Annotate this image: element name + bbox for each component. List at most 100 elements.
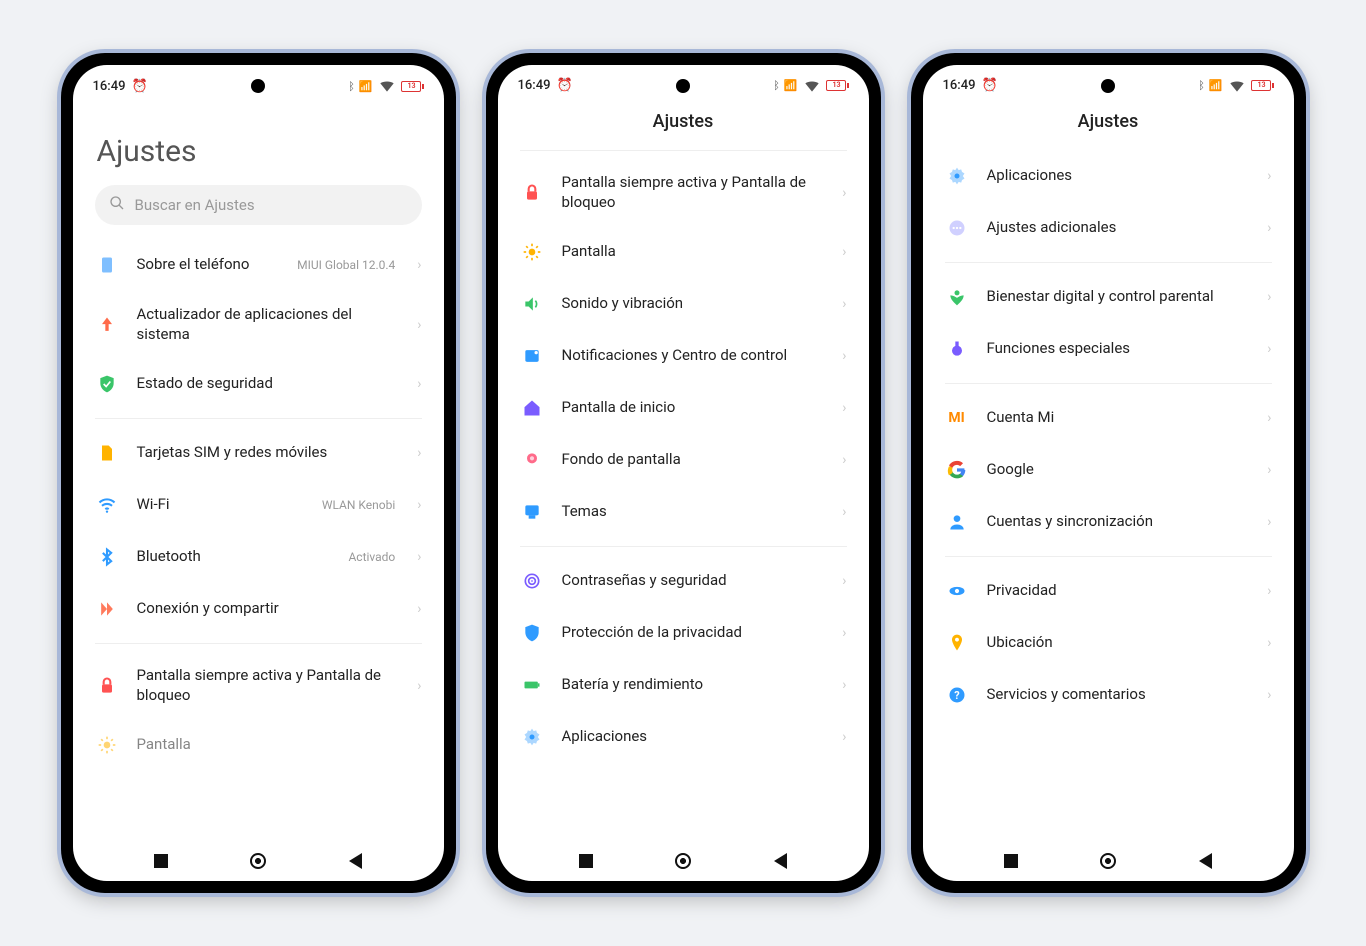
recents-button[interactable] (1004, 854, 1018, 868)
chevron-right-icon: › (417, 317, 421, 333)
chevron-right-icon: › (842, 452, 846, 468)
nav-bar (923, 843, 1294, 881)
row-digital-wellbeing[interactable]: Bienestar digital y control parental› (923, 271, 1294, 323)
fingerprint-icon (520, 569, 544, 593)
brightness-icon (520, 240, 544, 264)
search-input[interactable]: Buscar en Ajustes (95, 185, 422, 225)
row-notifications[interactable]: Notificaciones y Centro de control› (498, 330, 869, 382)
chevron-right-icon: › (1267, 462, 1271, 478)
recents-button[interactable] (154, 854, 168, 868)
heart-icon (945, 285, 969, 309)
back-button[interactable] (1199, 853, 1212, 869)
home-button[interactable] (675, 853, 691, 869)
row-security-status[interactable]: Estado de seguridad › (73, 358, 444, 410)
brightness-icon (95, 733, 119, 757)
chevron-right-icon: › (842, 729, 846, 745)
chevron-right-icon: › (1267, 514, 1271, 530)
chevron-right-icon: › (1267, 341, 1271, 357)
recents-button[interactable] (579, 854, 593, 868)
phone-icon (95, 253, 119, 277)
chevron-right-icon: › (417, 549, 421, 565)
page-title: Ajustes (73, 104, 444, 185)
alarm-icon: ⏰ (981, 78, 997, 93)
row-system-updater[interactable]: Actualizador de aplicaciones del sistema… (73, 291, 444, 358)
mi-logo-icon: MI (945, 406, 969, 430)
shield-icon (520, 621, 544, 645)
row-mi-account[interactable]: MI Cuenta Mi› (923, 392, 1294, 444)
wifi-icon (1227, 75, 1247, 95)
row-accounts-sync[interactable]: Cuentas y sincronización› (923, 496, 1294, 548)
row-privacy-protection[interactable]: Protección de la privacidad› (498, 607, 869, 659)
row-battery[interactable]: Batería y rendimiento› (498, 659, 869, 711)
back-button[interactable] (349, 853, 362, 869)
signal-icon: 📶 (359, 80, 373, 93)
search-icon (109, 195, 125, 215)
row-privacy[interactable]: Privacidad› (923, 565, 1294, 617)
lock-icon (520, 181, 544, 205)
location-icon (945, 631, 969, 655)
row-additional-settings[interactable]: Ajustes adicionales› (923, 202, 1294, 254)
alarm-icon: ⏰ (131, 79, 147, 94)
row-sound[interactable]: Sonido y vibración› (498, 278, 869, 330)
battery-icon: 13 (826, 80, 849, 91)
alarm-icon: ⏰ (556, 78, 572, 93)
nav-bar (73, 843, 444, 881)
page-title: Ajustes (498, 101, 869, 150)
camera-notch (676, 79, 690, 93)
wifi-icon (95, 493, 119, 517)
bluetooth-icon: ᛒ (348, 80, 355, 93)
row-sim-networks[interactable]: Tarjetas SIM y redes móviles › (73, 427, 444, 479)
row-connection-share[interactable]: Conexión y compartir › (73, 583, 444, 635)
chevron-right-icon: › (842, 677, 846, 693)
row-bluetooth[interactable]: Bluetooth Activado › (73, 531, 444, 583)
back-button[interactable] (774, 853, 787, 869)
lock-icon (95, 674, 119, 698)
volume-icon (520, 292, 544, 316)
nav-bar (498, 843, 869, 881)
chevron-right-icon: › (842, 244, 846, 260)
search-placeholder: Buscar en Ajustes (135, 196, 255, 214)
phone-frame-3: 16:49⏰ ᛒ📶13 Ajustes Aplicaciones› Ajuste… (911, 53, 1306, 893)
chevron-right-icon: › (842, 348, 846, 364)
battery-icon: 13 (1251, 80, 1274, 91)
signal-icon: 📶 (1209, 79, 1223, 92)
share-icon (95, 597, 119, 621)
bluetooth-icon: ᛒ (773, 79, 780, 92)
home-button[interactable] (250, 853, 266, 869)
row-google[interactable]: Google› (923, 444, 1294, 496)
row-apps[interactable]: Aplicaciones› (923, 150, 1294, 202)
camera-notch (1101, 79, 1115, 93)
chevron-right-icon: › (842, 400, 846, 416)
chevron-right-icon: › (842, 625, 846, 641)
chevron-right-icon: › (417, 257, 421, 273)
home-button[interactable] (1100, 853, 1116, 869)
row-wifi[interactable]: Wi-Fi WLAN Kenobi › (73, 479, 444, 531)
row-display[interactable]: Pantalla (73, 719, 444, 771)
notification-icon (520, 344, 544, 368)
wifi-icon (802, 75, 822, 95)
row-lock-screen[interactable]: Pantalla siempre activa y Pantalla de bl… (498, 159, 869, 226)
row-themes[interactable]: Temas› (498, 486, 869, 538)
row-wallpaper[interactable]: Fondo de pantalla› (498, 434, 869, 486)
camera-notch (251, 79, 265, 93)
chevron-right-icon: › (1267, 583, 1271, 599)
wifi-icon (377, 75, 397, 98)
row-lock-screen[interactable]: Pantalla siempre activa y Pantalla de bl… (73, 652, 444, 719)
row-location[interactable]: Ubicación› (923, 617, 1294, 669)
sim-icon (95, 441, 119, 465)
eye-icon (945, 579, 969, 603)
row-passwords[interactable]: Contraseñas y seguridad› (498, 555, 869, 607)
signal-icon: 📶 (784, 79, 798, 92)
row-display[interactable]: Pantalla› (498, 226, 869, 278)
row-about-phone[interactable]: Sobre el teléfono MIUI Global 12.0.4 › (73, 239, 444, 291)
row-apps[interactable]: Aplicaciones› (498, 711, 869, 763)
chevron-right-icon: › (417, 678, 421, 694)
svg-text:?: ? (954, 689, 959, 702)
row-special-features[interactable]: Funciones especiales› (923, 323, 1294, 375)
gear-icon (945, 164, 969, 188)
row-home[interactable]: Pantalla de inicio› (498, 382, 869, 434)
dots-icon (945, 216, 969, 240)
row-feedback[interactable]: ? Servicios y comentarios› (923, 669, 1294, 721)
chevron-right-icon: › (842, 573, 846, 589)
person-icon (945, 510, 969, 534)
